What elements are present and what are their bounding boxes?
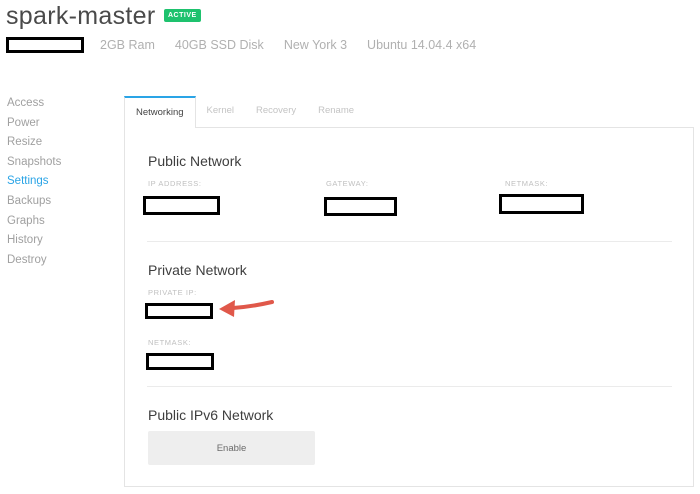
public-network-title: Public Network — [148, 153, 242, 169]
sidebar-item-history[interactable]: History — [7, 233, 61, 253]
private-ip-label: PRIVATE IP: — [148, 288, 197, 297]
droplet-name: spark-master — [6, 2, 156, 30]
public-ip-label: IP ADDRESS: — [148, 179, 202, 188]
sidebar-item-graphs[interactable]: Graphs — [7, 214, 61, 234]
redacted-public-ip — [143, 196, 220, 215]
enable-ipv6-button[interactable]: Enable — [148, 431, 315, 465]
redacted-private-ip — [145, 303, 213, 319]
tab-networking[interactable]: Networking — [124, 96, 196, 128]
sidebar-nav: Access Power Resize Snapshots Settings B… — [7, 96, 61, 272]
redacted-ip-address — [6, 37, 84, 53]
redacted-gateway — [324, 197, 397, 216]
annotation-arrow-icon — [219, 300, 274, 317]
spec-ram: 2GB Ram — [100, 38, 155, 52]
sidebar-item-access[interactable]: Access — [7, 96, 61, 116]
spec-region: New York 3 — [283, 38, 348, 52]
private-netmask-label: NETMASK: — [148, 338, 192, 347]
redacted-public-netmask — [499, 194, 584, 214]
section-divider — [147, 241, 672, 242]
redacted-private-netmask — [146, 353, 214, 370]
ipv6-network-title: Public IPv6 Network — [148, 407, 274, 423]
networking-panel: Public Network IP ADDRESS: GATEWAY: NETM… — [124, 127, 694, 487]
settings-tabs: Networking Kernel Recovery Rename — [124, 96, 365, 128]
private-network-title: Private Network — [148, 262, 247, 278]
droplet-specs: 2GB Ram 40GB SSD Disk New York 3 Ubuntu … — [100, 38, 476, 52]
public-netmask-label: NETMASK: — [505, 179, 549, 188]
sidebar-item-resize[interactable]: Resize — [7, 135, 61, 155]
sidebar-item-backups[interactable]: Backups — [7, 194, 61, 214]
sidebar-item-destroy[interactable]: Destroy — [7, 253, 61, 273]
status-badge: ACTIVE — [164, 9, 201, 22]
tab-rename[interactable]: Rename — [307, 96, 365, 127]
sidebar-item-power[interactable]: Power — [7, 116, 61, 136]
sidebar-item-snapshots[interactable]: Snapshots — [7, 155, 61, 175]
sidebar-item-settings[interactable]: Settings — [7, 174, 61, 194]
tab-recovery[interactable]: Recovery — [245, 96, 307, 127]
spec-disk: 40GB SSD Disk — [174, 38, 264, 52]
gateway-label: GATEWAY: — [326, 179, 369, 188]
spec-image: Ubuntu 14.04.4 x64 — [367, 38, 477, 52]
section-divider — [147, 386, 672, 387]
tab-kernel[interactable]: Kernel — [196, 96, 245, 127]
